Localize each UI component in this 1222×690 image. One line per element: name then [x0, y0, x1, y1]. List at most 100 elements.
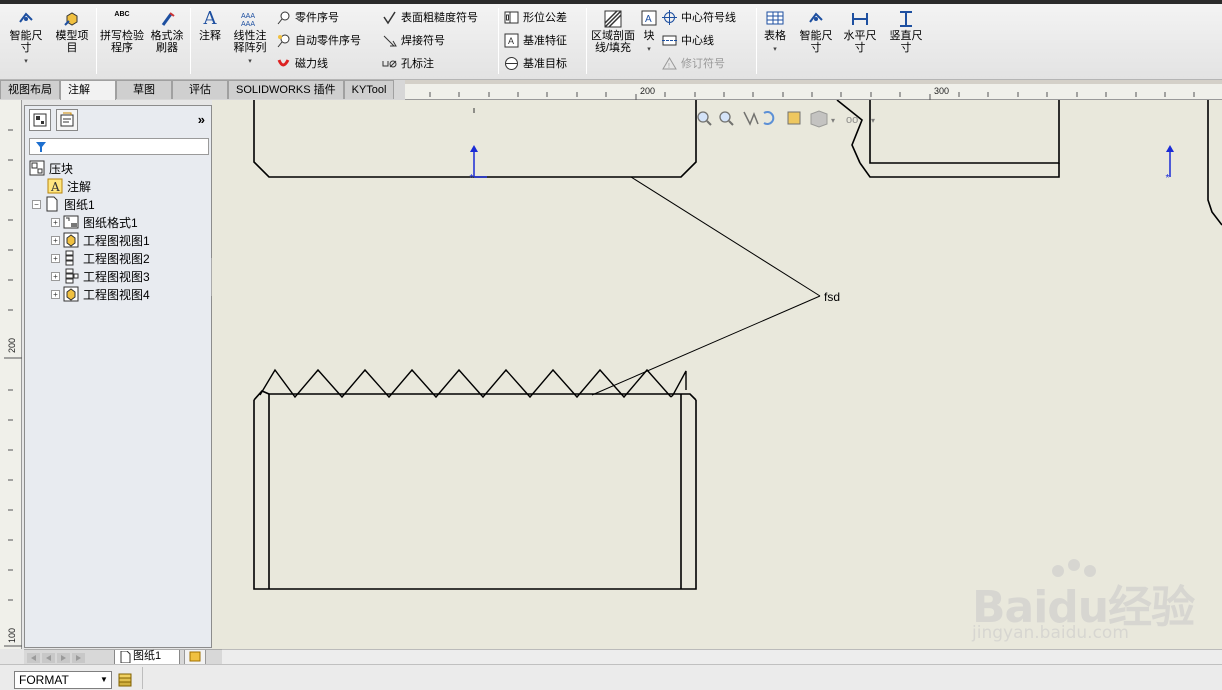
svg-text:A: A	[645, 14, 652, 25]
sheet-tabs-bar: 图纸1	[24, 649, 222, 665]
tree-item-sheet[interactable]: − 图纸1	[25, 195, 211, 213]
tree-item-sheet-format[interactable]: + 图纸格式1	[25, 213, 211, 231]
ribbon-separator	[586, 8, 587, 74]
vertical-dimension-label: 竖直尺寸	[889, 30, 923, 54]
sheet-navigation-icons[interactable]	[26, 650, 92, 665]
collapse-panel-chevron-icon[interactable]: »	[198, 112, 205, 127]
tree-item-drawing-view-2[interactable]: + 工程图视图2	[25, 249, 211, 267]
expand-toggle-icon[interactable]: +	[51, 253, 60, 263]
tree-child-label: 工程图视图3	[83, 269, 150, 284]
expand-toggle-icon[interactable]: +	[51, 289, 60, 299]
smart-dimension-icon	[19, 12, 33, 23]
magnetic-line-label: 磁力线	[295, 58, 328, 70]
vruler-label-100: 100	[7, 628, 17, 643]
drawing-document-icon	[29, 160, 45, 176]
revision-symbol-button[interactable]: ! 修订符号	[662, 55, 725, 71]
note-label: 注释	[199, 30, 221, 42]
horizontal-dimension-label: 水平尺寸	[843, 30, 877, 54]
vertical-dimension-button[interactable]: 竖直尺寸	[886, 10, 926, 54]
baidu-jingyan-watermark: Baidu经验 jingyan.baidu.com	[972, 557, 1212, 647]
model-items-button[interactable]: 模型项目	[52, 10, 92, 54]
balloon-icon	[277, 11, 290, 24]
revision-symbol-icon: !	[662, 56, 677, 70]
model-items-label: 模型项目	[55, 30, 89, 54]
tree-sheet-label: 图纸1	[64, 197, 95, 212]
annotations-icon: A	[47, 178, 63, 194]
datum-feature-button[interactable]: A 基准特征	[504, 32, 567, 48]
surface-finish-button[interactable]: 表面粗糙度符号	[382, 9, 478, 25]
linear-note-pattern-label: 线性注释阵列	[233, 30, 267, 54]
tab-evaluate[interactable]: 评估	[172, 80, 228, 99]
tab-view-layout[interactable]: 视图布局	[0, 80, 60, 99]
sheet-icon	[46, 196, 58, 212]
heads-up-view-toolbar[interactable]: ▾ oo ▾	[697, 110, 875, 128]
table-button[interactable]: 表格 ▾	[760, 10, 790, 56]
sheet-tab-sheet1[interactable]: 图纸1	[114, 650, 180, 665]
drawing-canvas[interactable]: * * ▾ oo ▾ fsd Baidu经验 jingyan.baidu.com	[212, 100, 1222, 649]
block-icon: A	[641, 10, 657, 26]
drawing-view-top[interactable]	[253, 100, 697, 178]
linear-note-pattern-button[interactable]: AAA AAA 线性注释阵列 ▾	[230, 10, 270, 68]
view-settings-icon	[787, 111, 801, 125]
layer-properties-icon[interactable]	[116, 670, 134, 688]
block-button[interactable]: A 块 ▾	[638, 10, 660, 56]
property-manager-tab[interactable]	[56, 109, 78, 131]
tab-kytool[interactable]: KYTool	[343, 80, 395, 99]
svg-text:▾: ▾	[871, 116, 875, 125]
model-items-icon	[64, 12, 78, 26]
add-sheet-button[interactable]	[184, 650, 206, 665]
area-hatch-fill-button[interactable]: 区域剖面线/填充	[590, 10, 636, 54]
note-button[interactable]: A 注释	[194, 10, 226, 43]
feature-manager-tab[interactable]	[29, 109, 51, 131]
tree-item-drawing-view-4[interactable]: + 工程图视图4	[25, 285, 211, 303]
drawing-view-bottom[interactable]	[253, 390, 697, 590]
balloon-button[interactable]: 零件序号	[276, 9, 339, 25]
tree-filter-input[interactable]	[29, 138, 209, 155]
horizontal-dimension-button[interactable]: 水平尺寸	[840, 10, 880, 54]
datum-target-button[interactable]: 基准目标	[504, 55, 567, 71]
dropdown-arrow-icon[interactable]: ▾	[760, 44, 790, 56]
tree-child-label: 工程图视图1	[83, 233, 150, 248]
hole-callout-icon	[382, 60, 397, 67]
smart-dimension-button[interactable]: 智能尺寸 ▾	[6, 10, 46, 68]
tree-child-label: 图纸格式1	[83, 215, 138, 230]
smart-dimension-2-button[interactable]: 智能尺寸	[796, 10, 836, 54]
dropdown-arrow-icon[interactable]: ▾	[6, 56, 46, 68]
magnetic-line-button[interactable]: 磁力线	[276, 55, 328, 71]
auto-balloon-button[interactable]: 自动零件序号	[276, 32, 361, 48]
weld-bead-symbols[interactable]	[259, 368, 687, 399]
tree-item-root[interactable]: 压块	[25, 159, 211, 177]
weld-symbol-button[interactable]: 焊接符号	[382, 32, 445, 48]
tab-annotation[interactable]: 注解	[60, 80, 116, 100]
dropdown-arrow-icon[interactable]: ▾	[230, 56, 270, 68]
note-text[interactable]: fsd	[824, 290, 840, 304]
left-pane: 200 100 » 压块 A 注解 − 图纸1 + 图纸格式1 + 工程图视图1…	[0, 100, 222, 664]
drawing-view-edge[interactable]	[1207, 100, 1222, 226]
smart-dimension-icon	[809, 12, 823, 23]
note-leader-lines[interactable]	[591, 176, 821, 396]
tree-item-drawing-view-1[interactable]: + 工程图视图1	[25, 231, 211, 249]
horizontal-scrollbar[interactable]	[222, 649, 1222, 664]
expand-toggle-icon[interactable]: +	[51, 235, 60, 245]
svg-text:▾: ▾	[831, 116, 835, 125]
expand-toggle-icon[interactable]: +	[51, 271, 60, 281]
hole-callout-label: 孔标注	[401, 58, 434, 70]
collapse-toggle-icon[interactable]: −	[32, 199, 41, 209]
drawing-view-right[interactable]	[836, 100, 1060, 178]
hole-callout-button[interactable]: 孔标注	[382, 55, 434, 71]
geometric-tolerance-button[interactable]: 形位公差	[504, 9, 567, 25]
center-mark-button[interactable]: 中心符号线	[662, 9, 736, 25]
format-painter-button[interactable]: 格式涂刷器	[147, 10, 187, 54]
spell-checker-button[interactable]: ABC 拼写检验程序	[100, 10, 144, 54]
tab-solidworks-addins[interactable]: SOLIDWORKS 插件	[228, 80, 344, 99]
tab-sketch[interactable]: 草图	[116, 80, 172, 99]
format-layer-select[interactable]: FORMAT ▼	[14, 671, 112, 689]
tree-item-annotations[interactable]: A 注解	[25, 177, 211, 195]
format-painter-icon	[161, 12, 175, 26]
centerline-button[interactable]: 中心线	[662, 32, 714, 48]
dropdown-arrow-icon[interactable]: ▾	[638, 44, 660, 56]
center-mark-label: 中心符号线	[681, 12, 736, 24]
expand-toggle-icon[interactable]: +	[51, 217, 60, 227]
origin-icon: *	[1166, 145, 1174, 184]
tree-item-drawing-view-3[interactable]: + 工程图视图3	[25, 267, 211, 285]
